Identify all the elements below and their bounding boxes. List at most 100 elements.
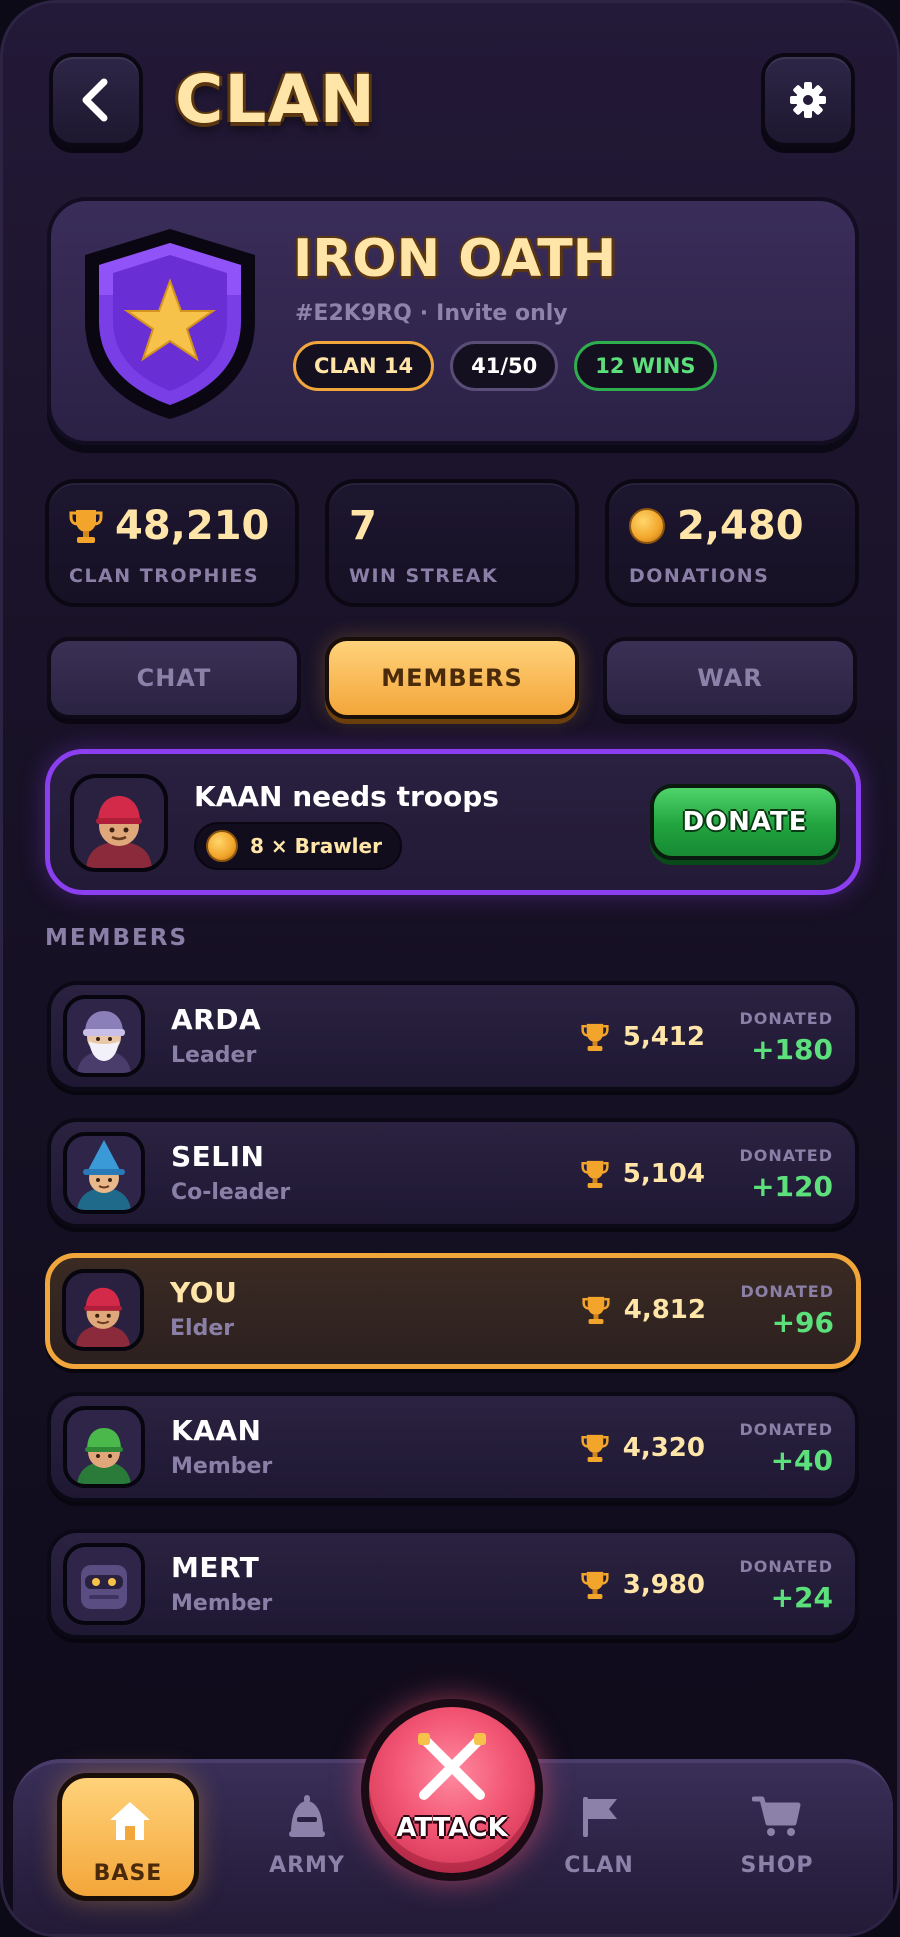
member-name: MERT [171, 1551, 260, 1584]
trophy-icon [581, 1434, 609, 1462]
avatar [63, 1543, 145, 1625]
nav-base-button[interactable]: BASE [57, 1773, 199, 1901]
member-count-badge: 41/50 [450, 341, 559, 391]
settings-button[interactable] [761, 53, 855, 147]
request-item-pill: 8 × Brawler [194, 822, 402, 870]
stat-donations: 2,480 DONATIONS [605, 479, 859, 607]
nav-label: SHOP [740, 1853, 814, 1878]
knight-helmet-icon [289, 1795, 325, 1837]
avatar [63, 1406, 145, 1488]
clan-level-badge: CLAN 14 [293, 341, 435, 391]
member-trophies: 5,412 [581, 1021, 705, 1053]
trophy-icon [69, 510, 103, 543]
trophy-icon [581, 1023, 609, 1051]
stat-label: DONATIONS [629, 565, 770, 587]
member-role: Member [171, 1591, 273, 1616]
nav-label: ARMY [269, 1853, 345, 1878]
gear-icon [790, 82, 826, 118]
stat-value: 2,480 [677, 503, 804, 549]
coin-icon [629, 508, 665, 544]
avatar [63, 995, 145, 1077]
tab-chat[interactable]: CHAT [47, 637, 301, 719]
member-row[interactable]: KAAN Member 4,320 DONATED +40 [47, 1392, 859, 1502]
trophy-icon [582, 1296, 610, 1324]
tab-war[interactable]: WAR [603, 637, 857, 719]
member-role: Member [171, 1454, 273, 1479]
trophy-count: 5,104 [622, 1159, 705, 1189]
donated-label: DONATED [739, 1557, 833, 1576]
trophy-icon [581, 1160, 609, 1188]
trophy-count: 4,812 [623, 1295, 706, 1325]
nav-shop-button[interactable]: SHOP [707, 1793, 847, 1878]
clan-tag: #E2K9RQ [295, 301, 412, 326]
member-role: Leader [171, 1043, 257, 1068]
house-icon [110, 1802, 150, 1840]
clan-info-card: IRON OATH #E2K9RQ · Invite only CLAN 14 41… [47, 197, 859, 445]
stat-win-streak: 7 WIN STREAK [325, 479, 579, 607]
troop-request-card: KAAN needs troops 8 × Brawler DONATE [45, 749, 861, 895]
trophy-icon [581, 1571, 609, 1599]
attack-label: ATTACK [396, 1813, 508, 1843]
shopping-cart-icon [751, 1796, 801, 1836]
clan-privacy: Invite only [436, 301, 568, 326]
request-title: KAAN needs troops [194, 780, 499, 813]
attack-button[interactable]: ATTACK [361, 1699, 543, 1881]
stat-value: 48,210 [115, 503, 270, 549]
member-row[interactable]: SELIN Co-leader 5,104 DONATED +120 [47, 1118, 859, 1228]
member-name: KAAN [171, 1414, 262, 1447]
nav-army-button[interactable]: ARMY [237, 1793, 377, 1878]
wizard-bearded-icon [67, 999, 141, 1073]
page-title: CLAN [175, 61, 376, 138]
member-trophies: 5,104 [581, 1158, 705, 1190]
robot-icon [67, 1547, 141, 1621]
nav-clan-button[interactable]: CLAN [529, 1793, 669, 1878]
avatar [62, 1269, 144, 1351]
wizard-blue-hat-icon [67, 1136, 141, 1210]
member-row[interactable]: ARDA Leader 5,412 DONATED +180 [47, 981, 859, 1091]
member-trophies: 4,812 [582, 1294, 706, 1326]
back-button[interactable] [49, 53, 143, 147]
donated-value: +120 [751, 1170, 833, 1203]
warrior-red-helmet-icon [66, 1273, 140, 1347]
donated-label: DONATED [739, 1146, 833, 1165]
donated-value: +24 [770, 1581, 833, 1614]
trophy-count: 4,320 [622, 1433, 705, 1463]
stat-label: CLAN TROPHIES [69, 565, 260, 587]
nav-label: BASE [93, 1861, 163, 1886]
donated-label: DONATED [739, 1009, 833, 1028]
member-name: ARDA [171, 1003, 262, 1036]
donated-value: +180 [751, 1033, 833, 1066]
member-row-current-user[interactable]: YOU Elder 4,812 DONATED +96 [45, 1253, 861, 1369]
wins-badge: 12 WINS [574, 341, 717, 391]
warrior-red-helmet-icon [74, 778, 164, 868]
game-screen: CLAN IRON OATH #E2K9RQ · Invite only CLA… [0, 0, 900, 1937]
coin-icon [206, 830, 238, 862]
donate-button[interactable]: DONATE [650, 784, 840, 860]
member-row[interactable]: MERT Member 3,980 DONATED +24 [47, 1529, 859, 1639]
trophy-count: 3,980 [622, 1570, 705, 1600]
stat-label: WIN STREAK [349, 565, 499, 587]
donated-value: +40 [770, 1444, 833, 1477]
member-name: YOU [170, 1276, 238, 1309]
member-role: Elder [170, 1316, 235, 1341]
separator-dot: · [419, 301, 429, 326]
nav-label: CLAN [564, 1853, 634, 1878]
donated-label: DONATED [739, 1420, 833, 1439]
clan-shield-emblem [77, 225, 263, 421]
donated-value: +96 [771, 1306, 834, 1339]
tab-members[interactable]: MEMBERS [325, 637, 579, 719]
clan-name: IRON OATH [293, 229, 617, 289]
back-arrow-icon [82, 78, 108, 122]
avatar [63, 1132, 145, 1214]
stat-clan-trophies: 48,210 CLAN TROPHIES [45, 479, 299, 607]
trophy-count: 5,412 [622, 1022, 705, 1052]
members-section-label: MEMBERS [45, 925, 189, 951]
member-role: Co-leader [171, 1180, 291, 1205]
soldier-green-helmet-icon [67, 1410, 141, 1484]
request-item: 8 × Brawler [250, 834, 382, 858]
stat-value: 7 [349, 503, 377, 549]
clan-subtitle: #E2K9RQ · Invite only [295, 301, 568, 326]
avatar [70, 774, 168, 872]
donated-label: DONATED [740, 1282, 834, 1301]
crossed-swords-icon [418, 1733, 486, 1800]
